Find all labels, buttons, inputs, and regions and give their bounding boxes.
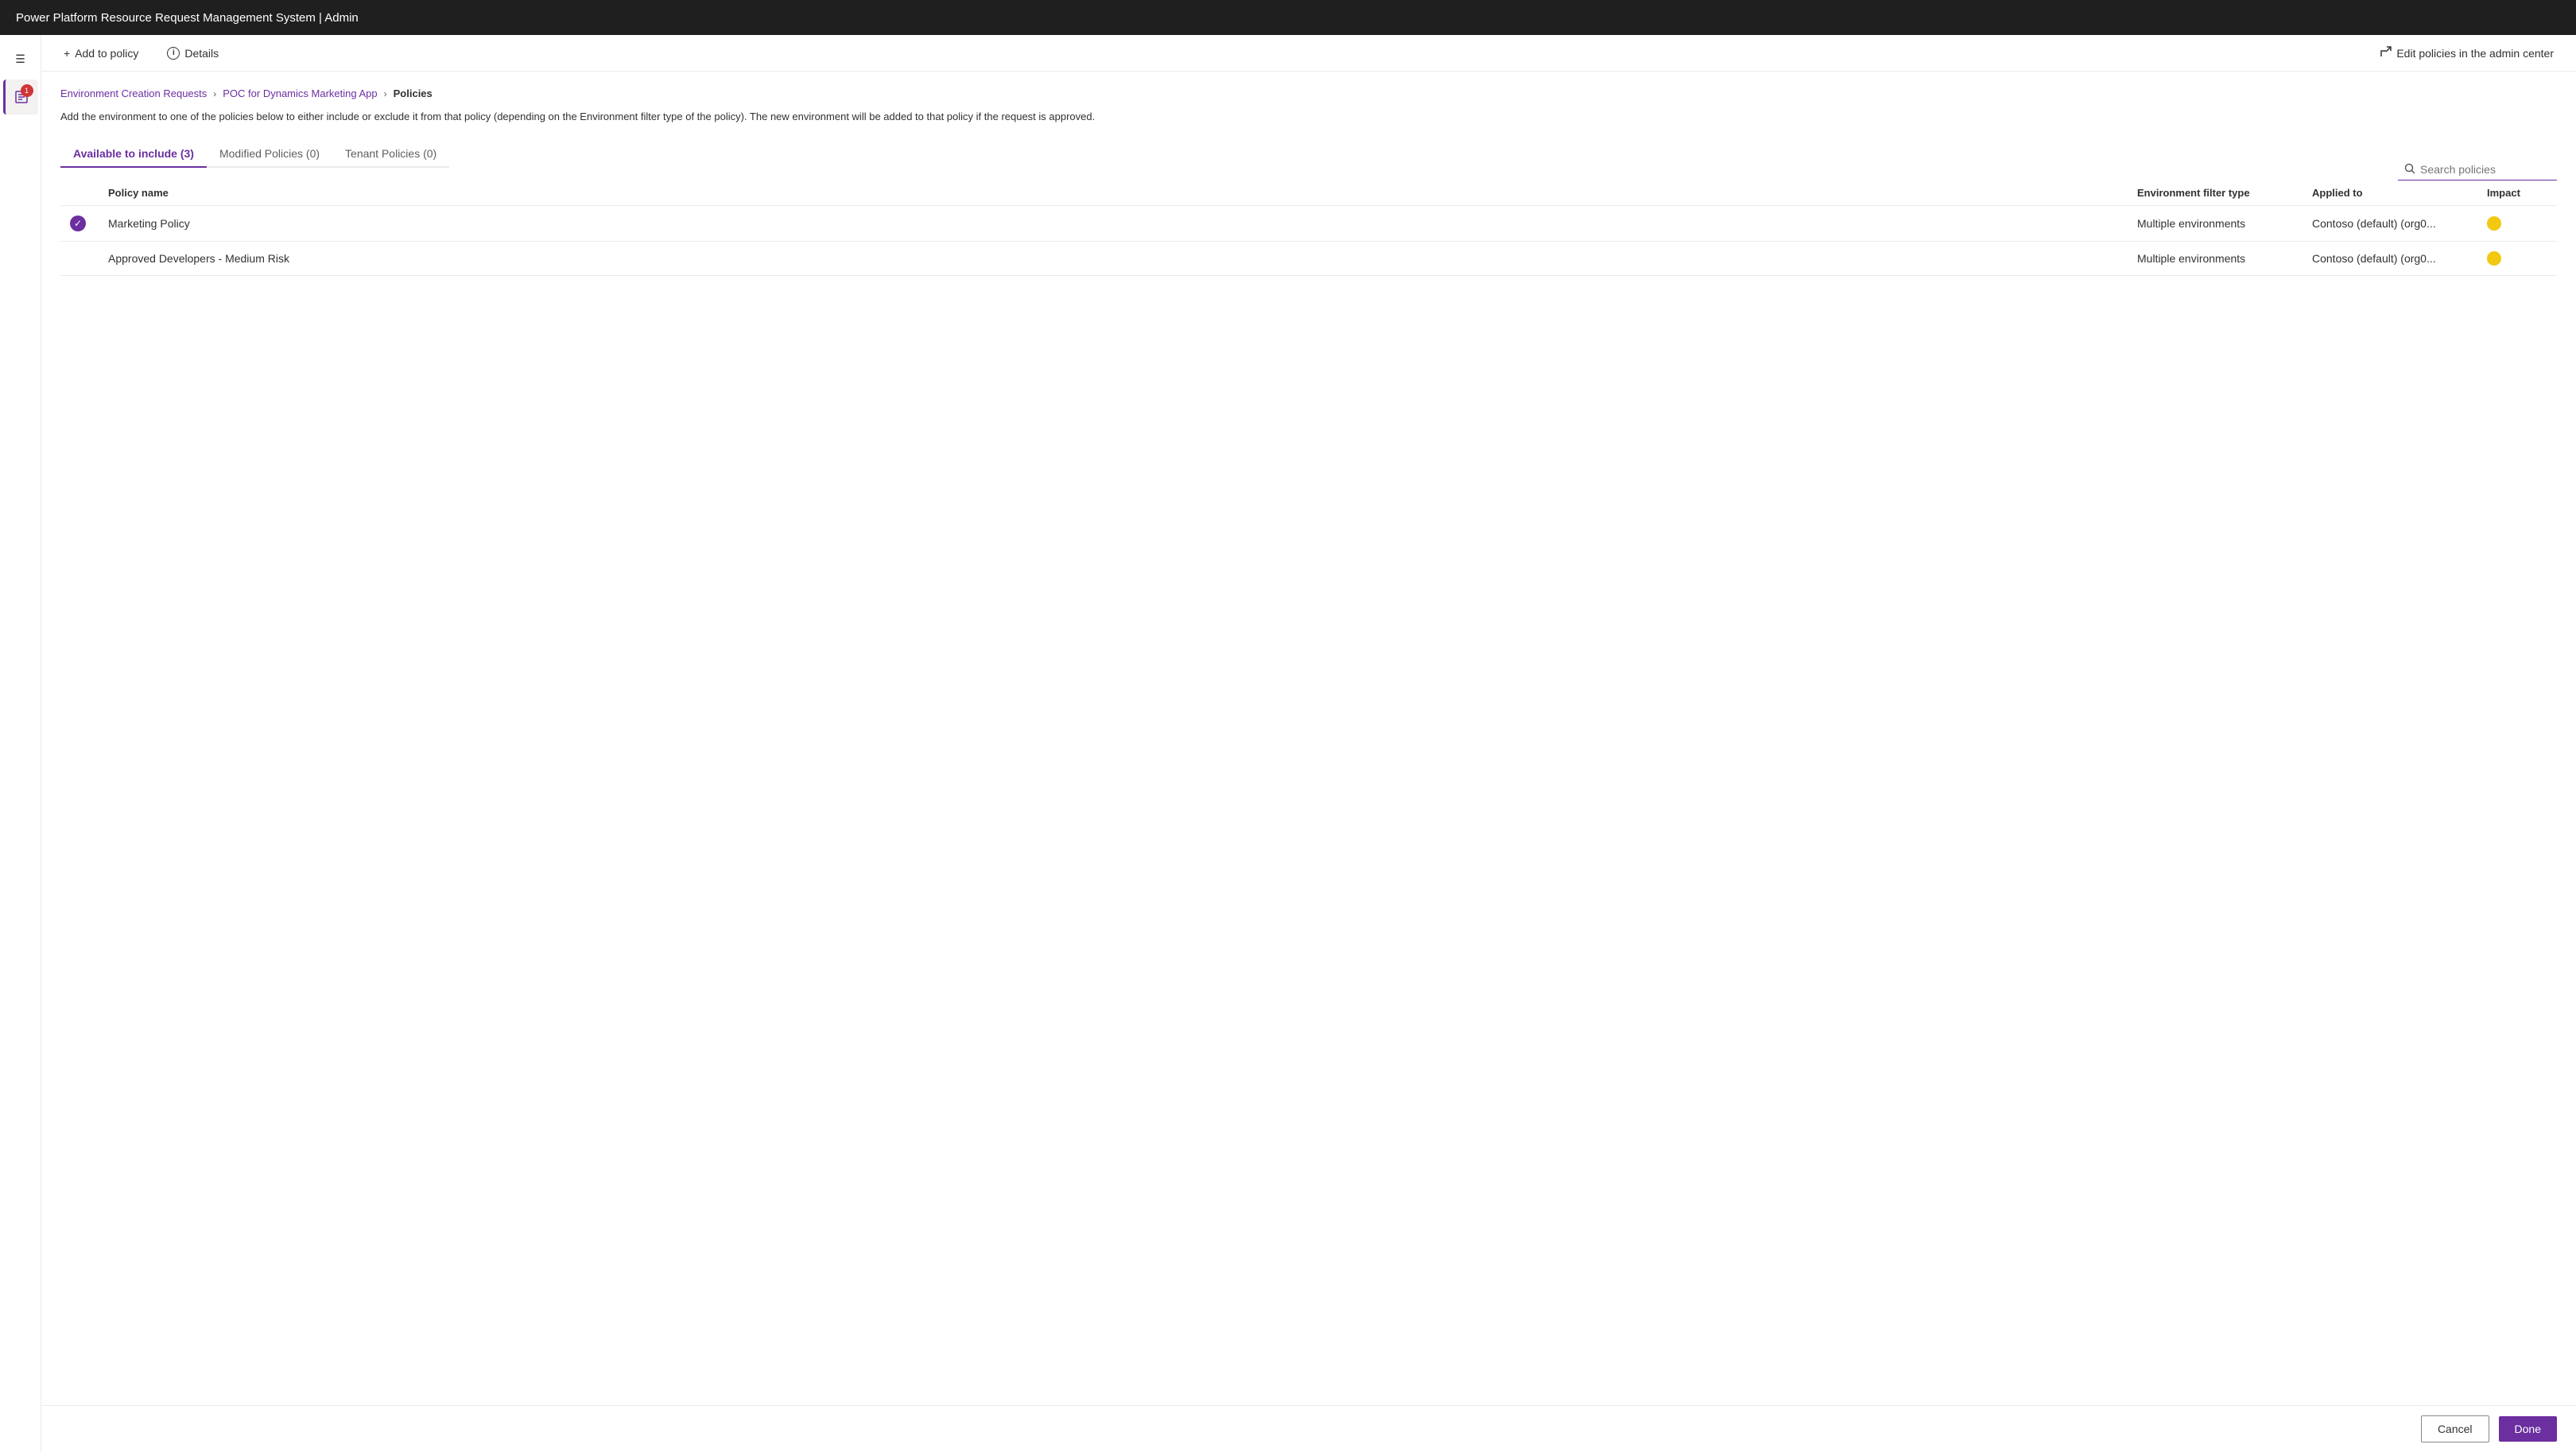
done-button[interactable]: Done [2499, 1416, 2557, 1442]
col-policy-name: Policy name [99, 181, 2128, 206]
applied-to-cell: Contoso (default) (org0... [2302, 241, 2477, 275]
main-content: + Add to policy i Details Edit policies … [41, 35, 2576, 1452]
tabs: Available to include (3) Modified Polici… [60, 141, 449, 168]
breadcrumb-sep2: › [384, 88, 387, 99]
impact-cell [2477, 205, 2557, 241]
add-to-policy-label: Add to policy [75, 47, 138, 60]
nav-badge: 1 [21, 84, 33, 97]
table-row[interactable]: Approved Developers - Medium RiskMultipl… [60, 241, 2557, 275]
edit-policies-button[interactable]: Edit policies in the admin center [2374, 41, 2560, 64]
col-impact: Impact [2477, 181, 2557, 206]
filter-type-cell: Multiple environments [2128, 241, 2302, 275]
breadcrumb-sep1: › [213, 88, 216, 99]
cancel-button[interactable]: Cancel [2421, 1415, 2489, 1442]
tab-available[interactable]: Available to include (3) [60, 141, 207, 168]
breadcrumb: Environment Creation Requests › POC for … [60, 87, 2557, 99]
selected-check-icon: ✓ [70, 215, 86, 231]
tab-modified[interactable]: Modified Policies (0) [207, 141, 332, 168]
search-icon [2404, 163, 2415, 177]
hamburger-icon: ☰ [15, 52, 25, 66]
impact-cell [2477, 241, 2557, 275]
plus-icon: + [64, 47, 70, 60]
impact-dot [2487, 216, 2501, 231]
tab-tenant[interactable]: Tenant Policies (0) [332, 141, 449, 168]
toolbar: + Add to policy i Details Edit policies … [41, 35, 2576, 72]
row-checkbox[interactable]: ✓ [60, 205, 99, 241]
table-header-row: Policy name Environment filter type Appl… [60, 181, 2557, 206]
sidebar: ☰ 1 [0, 35, 41, 1452]
filter-type-cell: Multiple environments [2128, 205, 2302, 241]
app-title: Power Platform Resource Request Manageme… [16, 11, 359, 25]
applied-to-cell: Contoso (default) (org0... [2302, 205, 2477, 241]
nav-item-requests[interactable]: 1 [3, 80, 38, 115]
search-input[interactable] [2420, 163, 2551, 176]
policy-name-cell: Marketing Policy [99, 205, 2128, 241]
row-checkbox[interactable] [60, 241, 99, 275]
col-filter-type: Environment filter type [2128, 181, 2302, 206]
info-icon: i [167, 47, 180, 60]
col-applied-to: Applied to [2302, 181, 2477, 206]
breadcrumb-step2[interactable]: POC for Dynamics Marketing App [223, 87, 377, 99]
footer: Cancel Done [41, 1405, 2576, 1452]
edit-policies-label: Edit policies in the admin center [2396, 47, 2554, 60]
page-area: Environment Creation Requests › POC for … [41, 72, 2576, 1405]
breadcrumb-step3: Policies [394, 87, 433, 99]
impact-dot [2487, 251, 2501, 266]
page-description: Add the environment to one of the polici… [60, 109, 1174, 125]
add-to-policy-button[interactable]: + Add to policy [57, 42, 145, 64]
policy-name-cell: Approved Developers - Medium Risk [99, 241, 2128, 275]
external-link-icon [2380, 46, 2392, 60]
hamburger-button[interactable]: ☰ [3, 41, 38, 76]
search-box[interactable] [2398, 160, 2557, 181]
table-row[interactable]: ✓ Marketing PolicyMultiple environmentsCo… [60, 205, 2557, 241]
breadcrumb-step1[interactable]: Environment Creation Requests [60, 87, 207, 99]
details-label: Details [184, 47, 219, 60]
title-bar: Power Platform Resource Request Manageme… [0, 0, 2576, 35]
col-checkbox [60, 181, 99, 206]
policy-table: Policy name Environment filter type Appl… [60, 181, 2557, 276]
details-button[interactable]: i Details [161, 42, 225, 64]
